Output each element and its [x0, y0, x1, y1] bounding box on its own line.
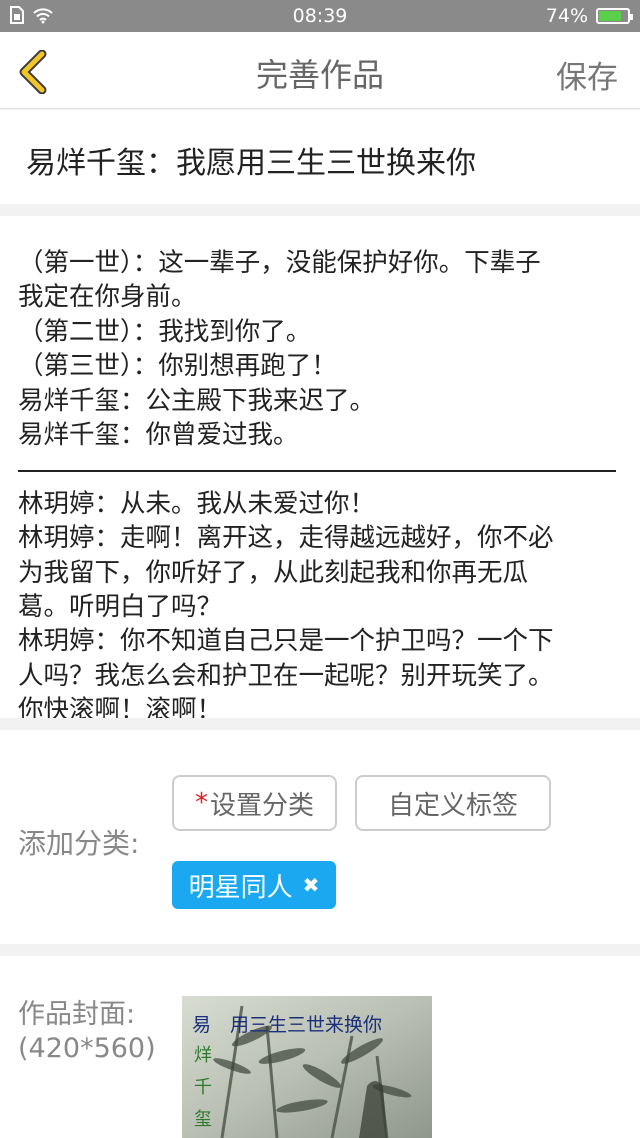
remove-tag-icon[interactable]: ✖: [303, 873, 320, 897]
set-category-button[interactable]: * 设置分类: [172, 775, 337, 831]
body-line: （第一世）：这一辈子，没能保护好你。下辈子: [18, 248, 541, 278]
body-line: 我定在你身前。: [18, 282, 197, 313]
cover-image[interactable]: 易 用三生三世来换你 烊 千 玺: [182, 996, 432, 1138]
selected-category-label: 明星同人: [188, 872, 293, 903]
page-title: 完善作品: [255, 56, 384, 94]
required-mark: *: [194, 788, 208, 818]
battery-level: [599, 11, 622, 21]
selected-category-tag[interactable]: 明星同人 ✖: [172, 861, 336, 909]
body-line: 林玥婷：从未。我从未爱过你！: [18, 488, 376, 519]
custom-tag-button[interactable]: 自定义标签: [355, 775, 551, 831]
body-line: 葛。听明白了吗？: [18, 592, 223, 623]
work-title-field[interactable]: 易烊千玺：我愿用三生三世换来你: [26, 138, 476, 182]
body-line: 林玥婷：走啊！离开这，走得越远越好，你不必: [18, 523, 554, 554]
battery-percent: 74%: [545, 5, 588, 27]
save-button[interactable]: 保存: [556, 52, 618, 97]
body-line: 易烊千玺：公主殿下我来迟了。: [18, 385, 376, 416]
text-divider: [18, 452, 620, 486]
set-category-label: 设置分类: [209, 790, 314, 821]
body-line: （第三世）：你别想再跑了！: [18, 351, 337, 382]
work-body-section[interactable]: （第一世）：这一辈子，没能保护好你。下辈子 我定在你身前。 （第二世）：我找到你…: [0, 216, 640, 718]
body-line: 易烊千玺：你曾爱过我。: [18, 420, 299, 451]
battery-icon: [596, 8, 633, 24]
cover-label: 作品封面: (420*560): [18, 998, 156, 1066]
status-time: 08:39: [292, 5, 348, 27]
cover-label-title: 作品封面:: [18, 999, 136, 1030]
work-body-text[interactable]: （第一世）：这一辈子，没能保护好你。下辈子 我定在你身前。 （第二世）：我找到你…: [18, 246, 620, 718]
cover-vertical-char: 千: [194, 1077, 212, 1098]
body-line: 林玥婷：你不知道自己只是一个护卫吗？一个下: [18, 626, 554, 657]
cover-section: 作品封面: (420*560) 易 用三生三世来换你 烊 千 玺: [0, 956, 640, 1138]
body-line: 你快滚啊！滚啊！: [18, 695, 223, 718]
custom-tag-label: 自定义标签: [387, 790, 518, 821]
nav-bar: 完善作品 保存: [0, 32, 640, 109]
status-icons-right: 74%: [545, 5, 633, 27]
work-title-section[interactable]: 易烊千玺：我愿用三生三世换来你: [0, 110, 640, 204]
cover-vertical-char: 烊: [194, 1045, 212, 1066]
category-label: 添加分类:: [18, 827, 140, 860]
body-line: 为我留下，你听好了，从此刻起我和你再无瓜: [18, 557, 529, 588]
cover-label-size: (420*560): [18, 1033, 156, 1064]
cover-image-caption: 易 用三生三世来换你: [192, 1014, 383, 1036]
cover-image-vertical-text: 烊 千 玺: [194, 1040, 212, 1136]
category-section: 添加分类: * 设置分类 自定义标签 明星同人 ✖: [0, 730, 640, 944]
body-line: 人吗？我怎么会和护卫在一起呢？别开玩笑了。: [18, 660, 554, 691]
cover-vertical-char: 玺: [194, 1109, 212, 1130]
status-bar: 08:39 74%: [0, 0, 640, 32]
body-line: （第二世）：我找到你了。: [18, 316, 312, 347]
